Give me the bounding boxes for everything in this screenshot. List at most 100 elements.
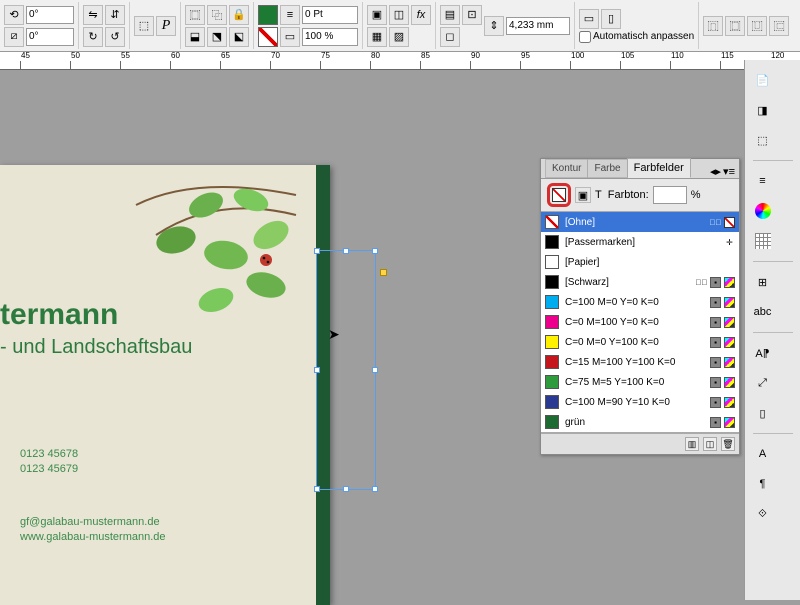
- container-formatting-icon[interactable]: ▣: [575, 187, 591, 203]
- angle-icon: ⟲: [4, 5, 24, 25]
- swatch-color-box: [545, 375, 559, 389]
- frame-fit-1-icon[interactable]: ▭: [579, 9, 599, 29]
- center-icon[interactable]: ⿶: [747, 16, 767, 36]
- fill-swatch[interactable]: [258, 5, 278, 25]
- swatch-row[interactable]: grün ▪: [541, 412, 739, 432]
- stroke-weight-input[interactable]: [302, 6, 358, 24]
- rotate-ccw-icon[interactable]: ↺: [105, 27, 125, 47]
- panel-menu-icon[interactable]: ▾≡: [723, 165, 735, 178]
- textwrap-icon[interactable]: ▤: [440, 5, 460, 25]
- panel-tabs: Kontur Farbe Farbfelder ◂▸▾≡: [541, 159, 739, 179]
- swatch-row[interactable]: C=75 M=5 Y=100 K=0▪: [541, 372, 739, 392]
- process-icon: ▪: [710, 397, 721, 408]
- stroke-weight-icon: ≡: [280, 5, 300, 25]
- rotate-cw-icon[interactable]: ↻: [83, 27, 103, 47]
- dock-item[interactable]: ◨: [750, 98, 796, 122]
- phone-block: 0123 45678 0123 45679: [20, 447, 78, 478]
- dock-item[interactable]: [750, 199, 796, 223]
- zoom-input[interactable]: [302, 28, 358, 46]
- group-icon[interactable]: ⿴: [185, 5, 205, 25]
- crop-icon[interactable]: ⊡: [462, 5, 482, 25]
- dock-item[interactable]: ≡: [750, 169, 796, 193]
- size-input[interactable]: [506, 17, 570, 35]
- fit-content-icon[interactable]: ⿵: [703, 16, 723, 36]
- swatch-row[interactable]: C=0 M=0 Y=100 K=0▪: [541, 332, 739, 352]
- process-icon: ▪: [710, 417, 721, 428]
- icon-b[interactable]: ⬔: [207, 27, 227, 47]
- dock-item[interactable]: ⊞: [750, 270, 796, 294]
- website: www.galabau-mustermann.de: [20, 530, 166, 545]
- none-icon: [724, 217, 735, 228]
- frame-fit-2-icon[interactable]: ▯: [601, 9, 621, 29]
- lock-icon[interactable]: 🔒: [229, 5, 249, 25]
- ungroup-icon[interactable]: ⿻: [207, 5, 227, 25]
- effects-icon[interactable]: ▣: [367, 5, 387, 25]
- dock-item[interactable]: ¶: [750, 472, 796, 496]
- tab-farbfelder[interactable]: Farbfelder: [627, 158, 691, 178]
- tint-input[interactable]: [653, 186, 687, 204]
- swatch-row[interactable]: C=100 M=90 Y=10 K=0 ▪: [541, 392, 739, 412]
- dock-item[interactable]: ▯: [750, 401, 796, 425]
- tab-kontur[interactable]: Kontur: [545, 159, 588, 178]
- swatch-label: [Ohne]: [565, 217, 704, 228]
- dock-icon: ◨: [755, 102, 771, 118]
- fit-frame-icon[interactable]: ⿴: [725, 16, 745, 36]
- new-swatch-icon[interactable]: ◫: [703, 437, 717, 451]
- swatch-row[interactable]: [Schwarz]✎⃠▪: [541, 272, 739, 292]
- dock-item[interactable]: ⤢: [750, 371, 796, 395]
- tab-farbe[interactable]: Farbe: [587, 159, 627, 178]
- drop-shadow-icon[interactable]: ◫: [389, 5, 409, 25]
- link-icon[interactable]: ⇕: [484, 16, 504, 36]
- swatch-row[interactable]: [Passermarken]✛: [541, 232, 739, 252]
- swatch-row[interactable]: [Ohne] ✎⃠: [541, 212, 739, 232]
- delete-swatch-icon[interactable]: 🗑: [721, 437, 735, 451]
- fill-frame-icon[interactable]: ⿷: [769, 16, 789, 36]
- registration-icon: ✛: [724, 237, 735, 248]
- swatch-label: grün: [565, 417, 704, 428]
- process-icon: ▪: [710, 337, 721, 348]
- rotation-input[interactable]: [26, 6, 74, 24]
- dock-item[interactable]: abc: [750, 300, 796, 324]
- swatch-color-box: [545, 295, 559, 309]
- document-page[interactable]: termann - und Landschaftsbau 0123 45678 …: [0, 165, 330, 605]
- swatch-row[interactable]: C=0 M=100 Y=0 K=0▪: [541, 312, 739, 332]
- flip-h-icon[interactable]: ⇋: [83, 5, 103, 25]
- phone-2: 0123 45679: [20, 462, 78, 477]
- shear-input[interactable]: [26, 28, 74, 46]
- swatch-row[interactable]: C=15 M=100 Y=100 K=0▪: [541, 352, 739, 372]
- autofit-checkbox[interactable]: [579, 31, 591, 43]
- p-icon[interactable]: P: [156, 16, 176, 36]
- process-icon: ▪: [710, 277, 721, 288]
- dock-item[interactable]: 📄: [750, 68, 796, 92]
- dock-item[interactable]: ⬚: [750, 128, 796, 152]
- dock-item[interactable]: [750, 229, 796, 253]
- swatch-row[interactable]: [Papier]: [541, 252, 739, 272]
- icon-a[interactable]: ⬓: [185, 27, 205, 47]
- text-formatting-icon[interactable]: T: [595, 189, 602, 201]
- corner-icon[interactable]: ◻: [440, 27, 460, 47]
- panel-collapse-icon[interactable]: ◂▸: [710, 165, 721, 178]
- dock-item[interactable]: ⟐: [750, 502, 796, 526]
- swatch-list[interactable]: [Ohne] ✎⃠ [Passermarken]✛[Papier][Schwarz]…: [541, 211, 739, 433]
- lock-icon: ✎⃠: [710, 217, 721, 228]
- select-container-icon[interactable]: ⬚: [134, 16, 154, 36]
- transparency-icon[interactable]: ▨: [389, 27, 409, 47]
- flip-v-icon[interactable]: ⇵: [105, 5, 125, 25]
- fill-stroke-indicator[interactable]: [547, 183, 571, 207]
- stroke-swatch[interactable]: [258, 27, 278, 47]
- cmyk-icon: [724, 297, 735, 308]
- cmyk-icon: [724, 417, 735, 428]
- opacity-icon[interactable]: ▦: [367, 27, 387, 47]
- cmyk-icon: [724, 357, 735, 368]
- icon-c[interactable]: ⬕: [229, 27, 249, 47]
- swatch-color-box: [545, 215, 559, 229]
- top-toolbar: ⟲ ⧄ ⇋⇵ ↻↺ ⬚ P ⿴⿻🔒 ⬓⬔⬕ ≡ ▭ ▣◫fx ▦▨: [0, 0, 800, 52]
- swatch-row[interactable]: C=100 M=0 Y=0 K=0▪: [541, 292, 739, 312]
- tint-label: Farbton:: [608, 189, 649, 201]
- selection-frame[interactable]: [316, 250, 376, 490]
- fx-icon[interactable]: fx: [411, 5, 431, 25]
- new-swatch-folder-icon[interactable]: ▥: [685, 437, 699, 451]
- swatch-label: C=100 M=90 Y=10 K=0: [565, 397, 704, 408]
- dock-item[interactable]: A⁋: [750, 341, 796, 365]
- dock-item[interactable]: A: [750, 442, 796, 466]
